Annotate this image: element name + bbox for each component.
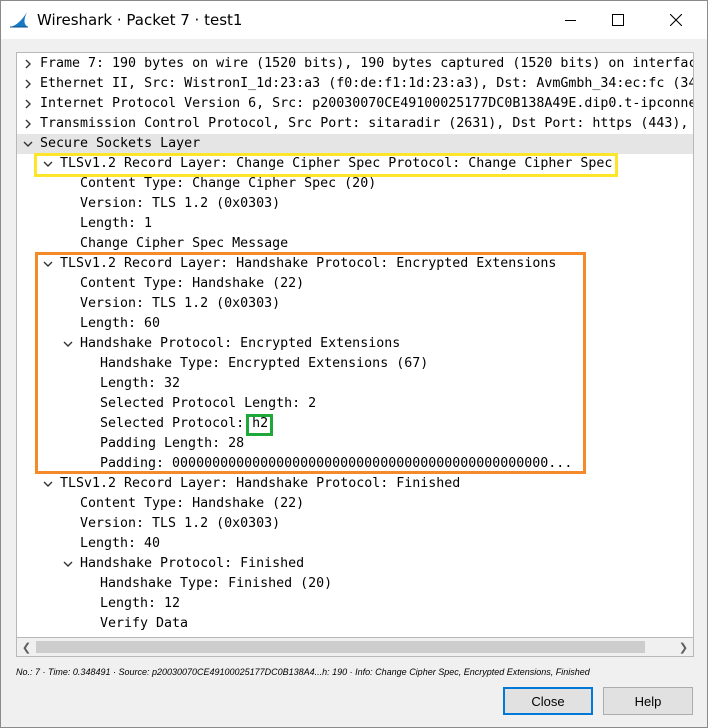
tree-row-rec2-hs-sp[interactable]: Selected Protocol: h2: [17, 414, 693, 434]
tree-row-rec3-hs-type[interactable]: Handshake Type: Finished (20): [17, 574, 693, 594]
wireshark-fin-icon: [10, 12, 28, 28]
tree-row-label: Ethernet II, Src: WistronI_1d:23:a3 (f0:…: [40, 76, 694, 91]
chevron-down-icon[interactable]: [42, 254, 54, 274]
tree-row-label: Version: TLS 1.2 (0x0303): [80, 196, 281, 211]
tree-row-rec3-hs-len[interactable]: Length: 12: [17, 594, 693, 614]
tree-row-ssl[interactable]: Secure Sockets Layer: [17, 134, 693, 154]
chevron-down-icon[interactable]: [22, 134, 34, 154]
tree-row-label: Internet Protocol Version 6, Src: p20030…: [40, 96, 694, 111]
window-title: Wireshark · Packet 7 · test1: [37, 11, 243, 29]
tree-row-rec2-hs-spl[interactable]: Selected Protocol Length: 2: [17, 394, 693, 414]
tree-row-rec2-hs-type[interactable]: Handshake Type: Encrypted Extensions (67…: [17, 354, 693, 374]
scroll-left-arrow-icon[interactable]: ❮: [18, 638, 35, 656]
tree-row-label: Secure Sockets Layer: [40, 136, 201, 151]
tree-row-label: Selected Protocol: h2: [100, 416, 269, 431]
tree-row-label: Version: TLS 1.2 (0x0303): [80, 296, 281, 311]
packet-dialog-window: Wireshark · Packet 7 · test1 Frame 7: 19…: [0, 0, 708, 728]
tree-row-rec2-hs[interactable]: Handshake Protocol: Encrypted Extensions: [17, 334, 693, 354]
tree-row-rec1[interactable]: TLSv1.2 Record Layer: Change Cipher Spec…: [17, 154, 693, 174]
tree-row-label: Handshake Type: Finished (20): [100, 576, 333, 591]
tree-row-label: Length: 1: [80, 216, 153, 231]
tree-row-label: Content Type: Change Cipher Spec (20): [80, 176, 377, 191]
horizontal-scrollbar[interactable]: ❮ ❯: [16, 638, 694, 657]
tree-row-rec2-len[interactable]: Length: 60: [17, 314, 693, 334]
tree-row-rec1-ct[interactable]: Content Type: Change Cipher Spec (20): [17, 174, 693, 194]
tree-row-rec2-hs-padlen[interactable]: Padding Length: 28: [17, 434, 693, 454]
tree-row-label: Handshake Type: Encrypted Extensions (67…: [100, 356, 429, 371]
close-button[interactable]: Close: [503, 687, 593, 715]
tree-row-ethernet[interactable]: Ethernet II, Src: WistronI_1d:23:a3 (f0:…: [17, 74, 693, 94]
tree-row-rec3-hs-vd[interactable]: Verify Data: [17, 614, 693, 634]
chevron-down-icon[interactable]: [42, 474, 54, 494]
minimize-icon: [564, 19, 576, 21]
tree-row-rec1-len[interactable]: Length: 1: [17, 214, 693, 234]
chevron-right-icon[interactable]: [22, 74, 34, 94]
tree-row-label: Length: 32: [100, 376, 181, 391]
tree-row-rec1-ver[interactable]: Version: TLS 1.2 (0x0303): [17, 194, 693, 214]
tree-row-label: Padding: 0000000000000000000000000000000…: [100, 456, 573, 471]
tree-row-rec2-hs-pad[interactable]: Padding: 0000000000000000000000000000000…: [17, 454, 693, 474]
tree-row-label: Handshake Protocol: Encrypted Extensions: [80, 336, 401, 351]
tree-row-label: TLSv1.2 Record Layer: Change Cipher Spec…: [60, 156, 613, 171]
tree-row-label: Length: 12: [100, 596, 181, 611]
close-window-button[interactable]: [653, 1, 699, 39]
tree-row-label: Content Type: Handshake (22): [80, 496, 305, 511]
tree-row-rec2-hs-len[interactable]: Length: 32: [17, 374, 693, 394]
tree-row-rec3-len[interactable]: Length: 40: [17, 534, 693, 554]
scroll-right-arrow-icon[interactable]: ❯: [675, 638, 692, 656]
tree-row-rec3[interactable]: TLSv1.2 Record Layer: Handshake Protocol…: [17, 474, 693, 494]
tree-row-label: TLSv1.2 Record Layer: Handshake Protocol…: [60, 476, 461, 491]
tree-row-tcp[interactable]: Transmission Control Protocol, Src Port:…: [17, 114, 693, 134]
chevron-right-icon[interactable]: [22, 54, 34, 74]
tree-row-frame[interactable]: Frame 7: 190 bytes on wire (1520 bits), …: [17, 54, 693, 74]
maximize-button[interactable]: [595, 1, 641, 39]
tree-row-label: Change Cipher Spec Message: [80, 236, 289, 251]
tree-row-label: Frame 7: 190 bytes on wire (1520 bits), …: [40, 56, 694, 71]
tree-row-label: Handshake Protocol: Finished: [80, 556, 305, 571]
chevron-down-icon[interactable]: [62, 334, 74, 354]
tree-row-label: TLSv1.2 Record Layer: Handshake Protocol…: [60, 256, 557, 271]
tree-row-rec2-ver[interactable]: Version: TLS 1.2 (0x0303): [17, 294, 693, 314]
tree-row-label: Transmission Control Protocol, Src Port:…: [40, 116, 689, 131]
chevron-down-icon[interactable]: [62, 554, 74, 574]
chevron-right-icon[interactable]: [22, 114, 34, 134]
tree-row-label: Length: 60: [80, 316, 161, 331]
tree-row-ipv6[interactable]: Internet Protocol Version 6, Src: p20030…: [17, 94, 693, 114]
tree-row-label: Length: 40: [80, 536, 161, 551]
tree-row-label: Verify Data: [100, 616, 189, 631]
minimize-button[interactable]: [547, 1, 593, 39]
tree-row-rec1-msg[interactable]: Change Cipher Spec Message: [17, 234, 693, 254]
tree-row-label: Selected Protocol Length: 2: [100, 396, 317, 411]
title-bar[interactable]: Wireshark · Packet 7 · test1: [1, 1, 707, 39]
chevron-down-icon[interactable]: [42, 154, 54, 174]
close-icon: [670, 14, 682, 26]
maximize-icon: [612, 14, 624, 26]
tree-row-rec2-ct[interactable]: Content Type: Handshake (22): [17, 274, 693, 294]
tree-row-label: Padding Length: 28: [100, 436, 245, 451]
chevron-right-icon[interactable]: [22, 94, 34, 114]
packet-details-tree[interactable]: Frame 7: 190 bytes on wire (1520 bits), …: [16, 52, 694, 638]
tree-row-rec3-ct[interactable]: Content Type: Handshake (22): [17, 494, 693, 514]
tree-row-rec3-hs[interactable]: Handshake Protocol: Finished: [17, 554, 693, 574]
help-button[interactable]: Help: [603, 687, 693, 715]
scrollbar-thumb[interactable]: [36, 641, 645, 653]
tree-row-rec2[interactable]: TLSv1.2 Record Layer: Handshake Protocol…: [17, 254, 693, 274]
status-bar: No.: 7 · Time: 0.348491 · Source: p20030…: [16, 667, 590, 677]
tree-row-label: Version: TLS 1.2 (0x0303): [80, 516, 281, 531]
tree-row-rec3-ver[interactable]: Version: TLS 1.2 (0x0303): [17, 514, 693, 534]
tree-row-label: Content Type: Handshake (22): [80, 276, 305, 291]
